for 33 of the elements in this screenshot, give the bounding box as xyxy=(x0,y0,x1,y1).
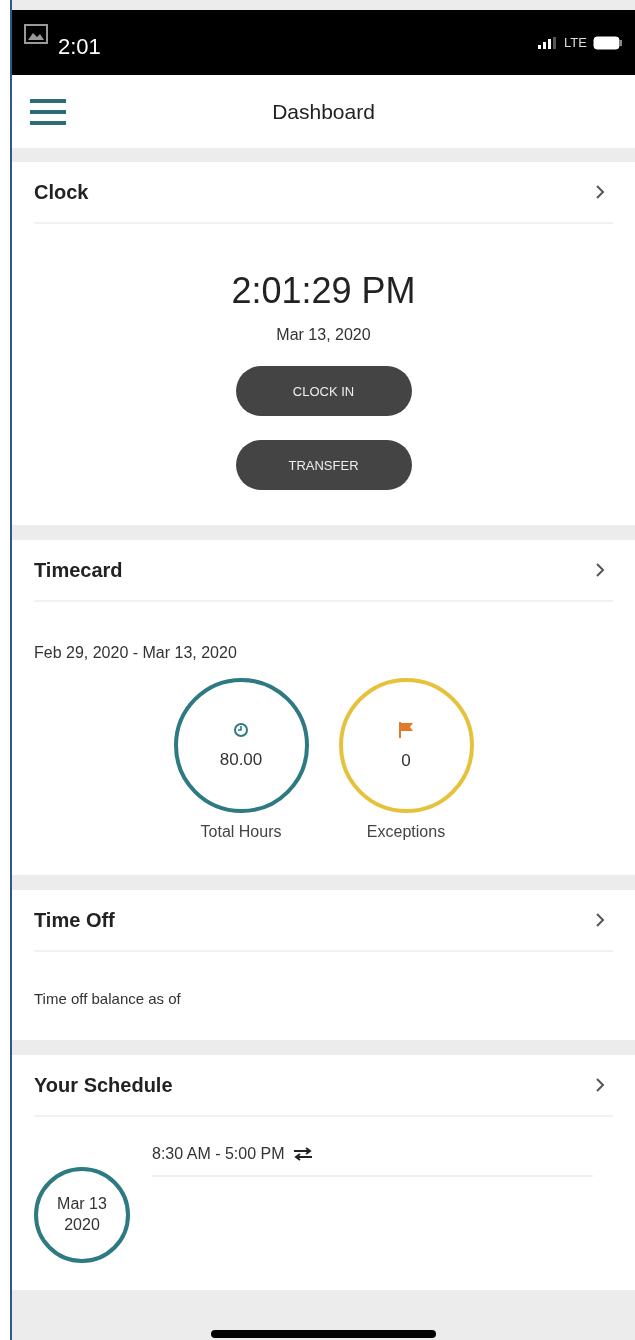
stat-value: 80.00 xyxy=(219,749,263,770)
page-title: Dashboard xyxy=(272,99,375,124)
chevron-right-icon[interactable] xyxy=(595,912,605,928)
status-time: 2:01 xyxy=(58,33,101,60)
menu-icon[interactable] xyxy=(30,98,66,125)
clock-action-button[interactable]: TRANSFER xyxy=(235,440,412,490)
clock-icon xyxy=(233,721,249,738)
date-text: 2020 xyxy=(64,1215,100,1235)
pay-period: Feb 29, 2020 - Mar 13, 2020 xyxy=(34,644,237,662)
swap-arrows-icon xyxy=(292,1147,313,1161)
card-title: Your Schedule xyxy=(34,1073,173,1097)
flag-icon xyxy=(397,720,415,739)
time-off-text: Time off balance as of xyxy=(34,990,181,1007)
chevron-right-icon[interactable] xyxy=(595,562,605,578)
clock-action-button[interactable]: CLOCK IN xyxy=(235,366,412,416)
stat-label: Total Hours xyxy=(200,823,282,841)
chevron-right-icon[interactable] xyxy=(595,1077,605,1093)
card-title: Timecard xyxy=(34,558,123,582)
stat-label: Exceptions xyxy=(366,823,446,841)
network-label: LTE xyxy=(564,35,587,50)
date-text: Mar 13 xyxy=(57,1194,107,1215)
card-title: Clock xyxy=(34,180,89,204)
card-title: Time Off xyxy=(34,908,115,932)
clock-date: Mar 13, 2020 xyxy=(276,326,371,344)
shift-time: 8:30 AM - 5:00 PM xyxy=(152,1145,285,1163)
stat-circle[interactable]: 0 xyxy=(338,678,474,813)
stat-circle[interactable]: 80.00 xyxy=(173,678,309,813)
chevron-right-icon[interactable] xyxy=(595,184,605,200)
stat-value: 0 xyxy=(401,750,411,771)
signal-icon xyxy=(538,36,559,49)
battery-icon xyxy=(593,35,623,50)
image-icon xyxy=(24,24,48,44)
clock-time: 2:01:29 PM xyxy=(231,270,416,312)
